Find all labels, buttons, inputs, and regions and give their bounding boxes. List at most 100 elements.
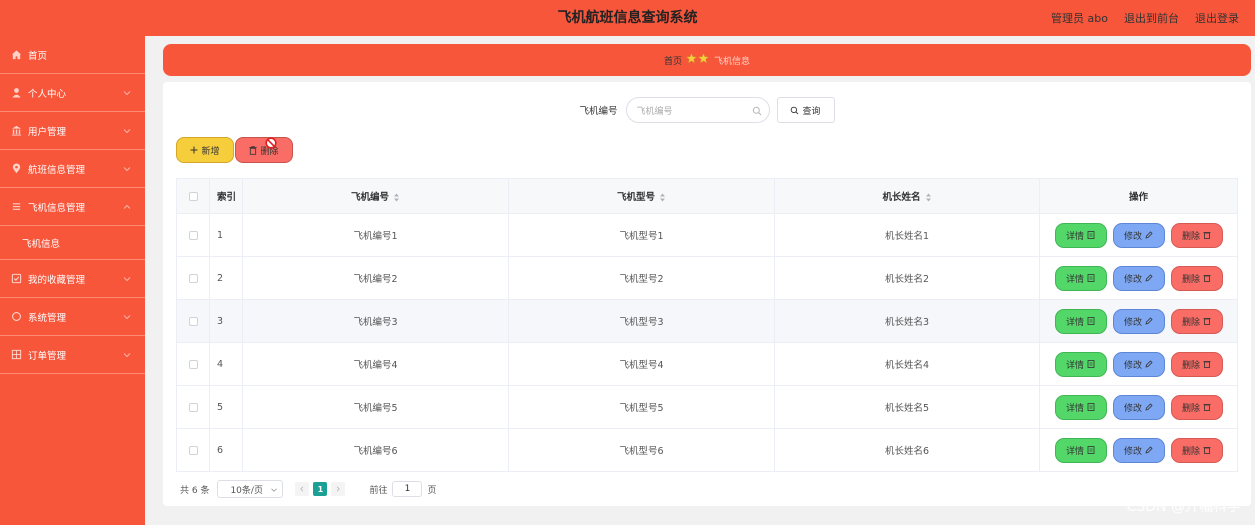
table-row[interactable]: 6 飞机编号6 飞机型号6 机长姓名6 详情 修改 删除: [176, 428, 1238, 472]
detail-button[interactable]: 详情: [1054, 351, 1107, 377]
prev-page-button[interactable]: [295, 482, 310, 496]
detail-button[interactable]: 详情: [1054, 265, 1107, 291]
sidebar-item-label: 订单管理: [28, 350, 67, 362]
row-checkbox[interactable]: [188, 230, 198, 240]
sidebar-item-favorites[interactable]: 我的收藏管理: [0, 260, 145, 298]
detail-label: 详情: [1065, 274, 1084, 285]
col-code-label: 飞机编号: [350, 192, 389, 203]
edit-button[interactable]: 修改: [1112, 351, 1165, 377]
row-checkbox[interactable]: [188, 359, 198, 369]
cell-code: 飞机编号5: [242, 385, 509, 429]
detail-button[interactable]: 详情: [1054, 394, 1107, 420]
page-size-select[interactable]: 10条/页: [217, 480, 284, 498]
main-content: 首页 飞机信息 飞机编号 飞机编号 查询 新增 删除 索引 飞机编号 飞机型号 …: [145, 36, 1255, 525]
row-select-cell[interactable]: [176, 213, 210, 257]
edit-button[interactable]: 修改: [1112, 394, 1165, 420]
delete-button[interactable]: 删除: [1170, 351, 1223, 377]
delete-button[interactable]: 删除: [1170, 437, 1223, 463]
chevron-down-icon: [123, 128, 131, 133]
top-bar: 飞机航班信息查询系统 管理员 abo 退出到前台 退出登录: [0, 0, 1255, 36]
sidebar-item-orders[interactable]: 订单管理: [0, 336, 145, 374]
edit-label: 修改: [1123, 360, 1142, 371]
row-checkbox[interactable]: [188, 445, 198, 455]
sidebar-item-flights[interactable]: 航班信息管理: [0, 150, 145, 188]
row-checkbox[interactable]: [188, 273, 198, 283]
row-select-cell[interactable]: [176, 385, 210, 429]
sort-icon[interactable]: [393, 193, 400, 202]
row-select-cell[interactable]: [176, 428, 210, 472]
add-button-label: 新增: [201, 146, 220, 157]
goto-page-input[interactable]: 1: [392, 481, 423, 497]
row-select-cell[interactable]: [176, 342, 210, 386]
edit-label: 修改: [1123, 403, 1142, 414]
document-icon: [1087, 360, 1095, 368]
cell-index: 3: [209, 299, 243, 343]
table-row[interactable]: 3 飞机编号3 飞机型号3 机长姓名3 详情 修改 删除: [176, 299, 1238, 343]
col-model-label: 飞机型号: [616, 192, 655, 203]
content-card: 飞机编号 飞机编号 查询 新增 删除 索引 飞机编号 飞机型号 机长姓名 操作 …: [163, 82, 1251, 506]
front-link[interactable]: 退出到前台: [1124, 10, 1179, 26]
edit-button[interactable]: 修改: [1112, 437, 1165, 463]
goto-label: 前往: [369, 485, 388, 496]
cell-index: 1: [209, 213, 243, 257]
star-icon: [685, 52, 710, 67]
edit-button[interactable]: 修改: [1112, 265, 1165, 291]
edit-button[interactable]: 修改: [1112, 222, 1165, 248]
add-button[interactable]: 新增: [176, 137, 234, 163]
delete-button[interactable]: 删除: [1170, 308, 1223, 334]
table-row[interactable]: 5 飞机编号5 飞机型号5 机长姓名5 详情 修改 删除: [176, 385, 1238, 429]
cell-ops: 详情 修改 删除: [1039, 256, 1238, 300]
sidebar-subitem-aircraft-info[interactable]: 飞机信息: [0, 226, 145, 260]
select-all-cell[interactable]: [176, 178, 210, 214]
page-suffix: 页: [427, 485, 437, 496]
col-model[interactable]: 飞机型号: [508, 178, 775, 214]
table-row[interactable]: 4 飞机编号4 飞机型号4 机长姓名4 详情 修改 删除: [176, 342, 1238, 386]
circle-icon: [10, 311, 22, 323]
detail-button[interactable]: 详情: [1054, 308, 1107, 334]
row-select-cell[interactable]: [176, 256, 210, 300]
search-placeholder: 飞机编号: [636, 106, 673, 117]
sort-icon[interactable]: [925, 193, 932, 202]
batch-delete-button[interactable]: 删除: [235, 137, 293, 163]
page-number-current[interactable]: 1: [313, 482, 328, 496]
edit-button[interactable]: 修改: [1112, 308, 1165, 334]
sort-icon[interactable]: [659, 193, 666, 202]
col-index: 索引: [209, 178, 243, 214]
sidebar-item-system[interactable]: 系统管理: [0, 298, 145, 336]
row-checkbox[interactable]: [188, 316, 198, 326]
col-code[interactable]: 飞机编号: [242, 178, 509, 214]
grid-icon: [10, 349, 22, 361]
table-row[interactable]: 2 飞机编号2 飞机型号2 机长姓名2 详情 修改 删除: [176, 256, 1238, 300]
cell-code: 飞机编号1: [242, 213, 509, 257]
select-all-checkbox[interactable]: [188, 191, 198, 201]
query-button[interactable]: 查询: [776, 97, 835, 123]
trash-icon: [1203, 318, 1211, 325]
sidebar-item-users[interactable]: 用户管理: [0, 112, 145, 150]
delete-button[interactable]: 删除: [1170, 265, 1223, 291]
trash-icon: [1203, 275, 1211, 282]
logout-link[interactable]: 退出登录: [1195, 10, 1239, 26]
row-select-cell[interactable]: [176, 299, 210, 343]
row-checkbox[interactable]: [188, 402, 198, 412]
cell-model: 飞机型号4: [508, 342, 775, 386]
trash-icon: [1203, 404, 1211, 411]
breadcrumb-home[interactable]: 首页: [664, 54, 682, 67]
delete-button[interactable]: 删除: [1170, 222, 1223, 248]
col-captain[interactable]: 机长姓名: [774, 178, 1040, 214]
sidebar: 首页 个人中心 用户管理 航班信息管理 飞机信息管理 飞机信息 我的收藏管理 系…: [0, 36, 145, 525]
edit-icon: [1145, 360, 1153, 368]
next-page-button[interactable]: [331, 482, 346, 496]
document-icon: [1087, 317, 1095, 325]
detail-button[interactable]: 详情: [1054, 222, 1107, 248]
search-input[interactable]: 飞机编号: [625, 97, 770, 123]
sidebar-item-aircraft[interactable]: 飞机信息管理: [0, 188, 145, 226]
sidebar-item-home[interactable]: 首页: [0, 36, 145, 74]
delete-button[interactable]: 删除: [1170, 394, 1223, 420]
table-row[interactable]: 1 飞机编号1 飞机型号1 机长姓名1 详情 修改 删除: [176, 213, 1238, 257]
sidebar-item-profile[interactable]: 个人中心: [0, 74, 145, 112]
user-icon: [10, 87, 22, 99]
delete-label: 删除: [1181, 231, 1200, 242]
detail-button[interactable]: 详情: [1054, 437, 1107, 463]
cell-index: 2: [209, 256, 243, 300]
cell-captain: 机长姓名4: [774, 342, 1040, 386]
